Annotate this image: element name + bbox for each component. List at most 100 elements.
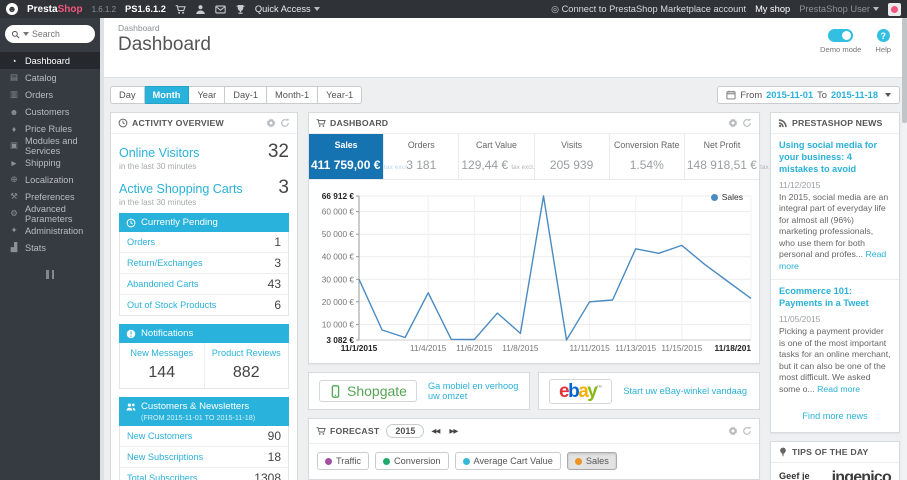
ebay-link[interactable]: Start uw eBay-winkel vandaag xyxy=(623,386,747,396)
kpi-sales[interactable]: Sales 411 759,00 € tax excl. xyxy=(309,134,409,179)
sidebar-item-stats[interactable]: ▟ Stats xyxy=(0,239,100,256)
sidebar-item-customers[interactable]: ☻ Customers xyxy=(0,103,100,120)
pending-list: Orders 1 Return/Exchanges 3 Abandoned Cart… xyxy=(119,232,289,316)
prestashop-logo[interactable]: ☻ xyxy=(6,3,18,15)
sidebar-item-shipping[interactable]: ► Shipping xyxy=(0,154,100,171)
trophy-icon[interactable] xyxy=(235,4,246,15)
brand-name: PrestaShop xyxy=(27,3,83,15)
kpi-conversion-rate[interactable]: Conversion Rate 1.54% xyxy=(608,134,684,179)
dashboard-icon: ◔ xyxy=(11,55,17,66)
user-menu[interactable]: PrestaShop User xyxy=(799,4,879,14)
sidebar-item-price-rules[interactable]: ♦ Price Rules xyxy=(0,120,100,137)
date-preset-year[interactable]: Year xyxy=(189,86,226,104)
administration-icon: ✦ xyxy=(10,225,18,235)
ebay-logo[interactable]: ebay™ xyxy=(549,378,613,404)
metric-traffic-button[interactable]: Traffic xyxy=(317,452,370,470)
dashboard-cart-icon xyxy=(316,118,326,128)
news-item-title[interactable]: Using social media for your business: 4 … xyxy=(779,140,891,176)
total-subscribers-row[interactable]: Total Subscribers 1308 xyxy=(120,467,288,480)
orders-icon: ▥ xyxy=(9,89,19,99)
date-preset-year-1[interactable]: Year-1 xyxy=(318,86,363,104)
page-header: Dashboard Dashboard Demo mode ? Help xyxy=(104,18,907,78)
metric-conversion-button[interactable]: Conversion xyxy=(375,452,449,470)
avatar[interactable] xyxy=(888,2,901,16)
sidebar-scroll-strip[interactable] xyxy=(100,18,104,480)
sidebar-item-orders[interactable]: ▥ Orders xyxy=(0,86,100,103)
messages-icon[interactable] xyxy=(215,4,226,15)
demo-mode-control: Demo mode xyxy=(820,29,861,54)
shopgate-logo[interactable]: Shopgate xyxy=(319,380,417,402)
shopgate-link[interactable]: Ga mobiel en verhoog uw omzet xyxy=(428,381,519,401)
search-input[interactable] xyxy=(32,29,84,39)
metric-average-cart-value-button[interactable]: Average Cart Value xyxy=(454,452,561,470)
my-shop-link[interactable]: My shop xyxy=(755,4,790,14)
new-customers-row[interactable]: New Customers 90 xyxy=(120,426,288,446)
sidebar-item-administration[interactable]: ✦ Administration xyxy=(0,222,100,239)
currently-pending-header: Currently Pending xyxy=(119,213,289,232)
demo-mode-label: Demo mode xyxy=(820,45,862,54)
pending-row-out-of-stock[interactable]: Out of Stock Products 6 xyxy=(120,294,288,315)
sidebar-search[interactable] xyxy=(5,25,95,43)
date-range-picker[interactable]: From 2015-11-01 To 2015-11-18 xyxy=(717,86,900,104)
product-reviews-cell[interactable]: Product Reviews 882 xyxy=(203,343,289,388)
news-item-body: In 2015, social media are an integral pa… xyxy=(779,191,889,271)
dashboard-panel: DASHBOARD Sales 411 759,00 € tax excl. O… xyxy=(308,112,783,364)
pending-row-returns[interactable]: Return/Exchanges 3 xyxy=(120,252,288,273)
activity-overview-panel: ACTIVITY OVERVIEW Online Visitors 32 in … xyxy=(110,112,298,480)
date-preset-month-1[interactable]: Month-1 xyxy=(267,86,319,104)
sidebar-item-dashboard[interactable]: ◔ Dashboard xyxy=(0,52,100,69)
svg-text:11/18/201: 11/18/201 xyxy=(715,343,752,353)
kpi-orders[interactable]: Orders 3 181 xyxy=(383,134,458,179)
panel-settings-icon[interactable] xyxy=(728,118,738,128)
date-preset-day-1[interactable]: Day-1 xyxy=(225,86,268,104)
chart-legend[interactable]: Sales xyxy=(710,192,743,202)
find-more-news-link[interactable]: Find more news xyxy=(802,411,867,421)
collapse-sidebar-button[interactable] xyxy=(40,270,60,279)
marketplace-link[interactable]: ◎ Connect to PrestaShop Marketplace acco… xyxy=(551,4,746,15)
help-label: Help xyxy=(875,45,891,54)
demo-mode-toggle[interactable] xyxy=(828,29,854,42)
date-preset-day[interactable]: Day xyxy=(110,86,145,104)
online-visitors-link[interactable]: Online Visitors xyxy=(119,146,199,160)
news-item-title[interactable]: Ecommerce 101: Payments in a Tweet xyxy=(779,286,891,310)
pending-row-abandoned-carts[interactable]: Abandoned Carts 43 xyxy=(120,273,288,294)
read-more-link[interactable]: Read more xyxy=(817,384,860,394)
metric-sales-button[interactable]: Sales xyxy=(566,452,617,470)
pending-row-orders[interactable]: Orders 1 xyxy=(120,232,288,252)
kpi-net-profit[interactable]: Net Profit 148 918,51 € tax excl. xyxy=(683,134,783,179)
kpi-cart-value[interactable]: Cart Value 129,44 € tax excl. xyxy=(458,134,535,179)
panel-refresh-icon[interactable] xyxy=(742,426,752,436)
sidebar-item-localization[interactable]: ⊕ Localization xyxy=(0,171,100,188)
help-button[interactable]: ? xyxy=(876,29,890,42)
date-preset-group: Day Month Year Day-1 Month-1 Year-1 xyxy=(110,86,363,104)
ingenico-logo[interactable]: ingenico Payment services xyxy=(821,470,892,480)
panel-refresh-icon[interactable] xyxy=(280,118,290,128)
new-messages-cell[interactable]: New Messages 144 xyxy=(120,343,204,388)
users-icon xyxy=(126,402,136,412)
phone-icon xyxy=(329,385,342,398)
new-subscriptions-row[interactable]: New Subscriptions 18 xyxy=(120,446,288,467)
forecast-prev-button[interactable]: ◀◀ xyxy=(428,426,442,436)
scrollbar-thumb[interactable] xyxy=(902,18,907,123)
sidebar-item-modules[interactable]: ▣ Modules and Services xyxy=(0,136,100,156)
customer-icon[interactable] xyxy=(195,4,206,15)
search-scope-caret[interactable] xyxy=(23,32,29,36)
panel-settings-icon[interactable] xyxy=(266,118,276,128)
sidebar-item-catalog[interactable]: ▤ Catalog xyxy=(0,69,100,86)
cart-icon[interactable] xyxy=(175,4,186,15)
panel-settings-icon[interactable] xyxy=(728,426,738,436)
active-carts-link[interactable]: Active Shopping Carts xyxy=(119,182,243,196)
panel-refresh-icon[interactable] xyxy=(742,118,752,128)
advanced-parameters-icon: ⚙ xyxy=(10,208,18,218)
forecast-next-button[interactable]: ▶▶ xyxy=(446,426,460,436)
activity-icon xyxy=(118,118,128,128)
quick-access-menu[interactable]: Quick Access xyxy=(255,4,320,14)
breadcrumb[interactable]: Dashboard xyxy=(118,23,893,33)
forecast-panel: FORECAST 2015 ◀◀ ▶▶ Traffic Conversion A… xyxy=(308,418,760,480)
news-item-body: Picking a payment provider is one of the… xyxy=(779,326,891,394)
kpi-visits[interactable]: Visits 205 939 xyxy=(533,134,609,179)
sidebar-item-preferences[interactable]: ⚒ Preferences xyxy=(0,188,100,205)
date-preset-month[interactable]: Month xyxy=(144,86,190,104)
sidebar-item-advanced-parameters[interactable]: ⚙ Advanced Parameters xyxy=(0,204,100,224)
news-item-date: 11/12/2015 xyxy=(779,179,821,190)
